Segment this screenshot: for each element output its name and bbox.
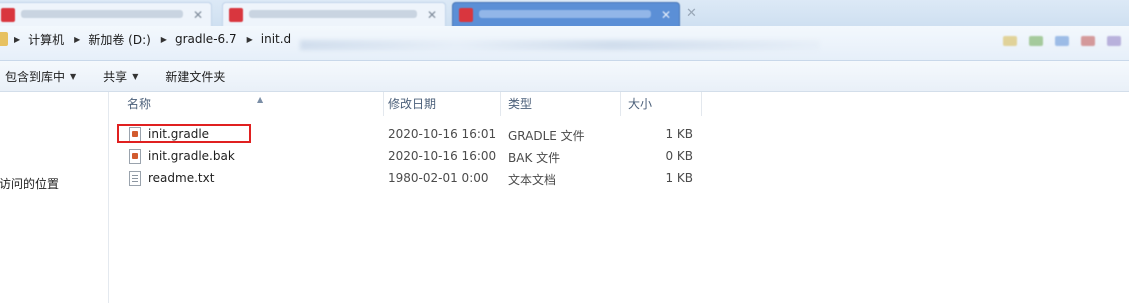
nav-item-recent-places[interactable]: 访问的位置 [0,175,59,192]
breadcrumb-label[interactable]: 新加卷 (D:) [88,31,150,48]
new-folder-button[interactable]: 新建文件夹 [160,68,225,85]
breadcrumb-label[interactable]: 计算机 [28,31,64,48]
column-label: 类型 [508,97,533,111]
file-size: 1 KB [665,127,693,141]
button-label: 共享 [103,69,128,84]
blurred-toolbar-icons [1003,36,1121,46]
button-label: 新建文件夹 [165,69,226,84]
site-favicon-icon [229,8,243,22]
file-date: 2020-10-16 16:00 [388,149,497,163]
text-file-icon [129,171,141,186]
breadcrumb-item-computer[interactable]: ▶ 计算机 [14,31,64,48]
new-tab-icon[interactable]: ✕ [686,6,697,21]
file-size: 0 KB [665,149,693,163]
close-tab-icon[interactable]: ✕ [661,8,671,22]
file-date: 2020-10-16 16:01 [388,127,497,141]
site-favicon-icon [1,8,15,22]
sort-ascending-icon: ▲ [257,95,264,104]
file-date: 1980-02-01 0:00 [388,171,489,185]
file-type: GRADLE 文件 [508,129,585,143]
column-header-size[interactable]: 大小 [620,92,702,116]
browser-tab-strip: ✕ ✕ ✕ ✕ [0,0,1129,26]
breadcrumb-label[interactable]: gradle-6.7 [175,32,237,46]
column-header-date[interactable]: 修改日期 [380,92,501,116]
chevron-down-icon: ▼ [132,71,139,81]
blurred-tab-title [249,10,417,18]
browser-tab[interactable]: ✕ [0,2,212,26]
browser-tab-active[interactable]: ✕ [452,2,680,26]
close-tab-icon[interactable]: ✕ [193,8,203,22]
file-row[interactable]: init.gradle.bak 2020-10-16 16:00 BAK 文件 … [109,146,729,167]
chevron-right-icon[interactable]: ▶ [14,35,20,44]
chevron-right-icon[interactable]: ▶ [247,35,253,44]
breadcrumb-item-gradle[interactable]: ▶ gradle-6.7 [161,32,237,46]
column-header-name[interactable]: 名称 ▲ [119,92,384,116]
file-type: BAK 文件 [508,151,561,165]
command-toolbar: 包含到库中 ▼ 共享 ▼ 新建文件夹 [0,61,1129,92]
site-favicon-icon [459,8,473,22]
include-in-library-button[interactable]: 包含到库中 ▼ [0,68,76,85]
browser-tab[interactable]: ✕ [222,2,446,26]
file-row[interactable]: readme.txt 1980-02-01 0:00 文本文档 1 KB [109,168,729,189]
file-type: 文本文档 [508,173,557,187]
breadcrumb-item-initd[interactable]: ▶ init.d [247,32,292,46]
file-name[interactable]: init.gradle.bak [148,149,235,163]
address-bar[interactable]: ▶ 计算机 ▶ 新加卷 (D:) ▶ gradle-6.7 ▶ init.d [0,26,1129,61]
blurred-tab-title [21,10,183,18]
file-name[interactable]: readme.txt [148,171,214,185]
chevron-right-icon[interactable]: ▶ [161,35,167,44]
file-size: 1 KB [665,171,693,185]
close-tab-icon[interactable]: ✕ [427,8,437,22]
breadcrumb-item-drive[interactable]: ▶ 新加卷 (D:) [74,31,151,48]
column-label: 修改日期 [388,97,437,111]
column-label: 名称 [127,97,152,111]
file-list-header: 名称 ▲ 修改日期 类型 大小 [109,92,1129,116]
share-button[interactable]: 共享 ▼ [98,68,138,85]
button-label: 包含到库中 [5,69,66,84]
gradle-file-icon [129,149,141,164]
navigation-pane: 访问的位置 [0,92,109,303]
breadcrumb-label[interactable]: init.d [261,32,291,46]
column-header-type[interactable]: 类型 [500,92,621,116]
folder-icon [0,32,8,46]
highlight-box [117,124,251,143]
breadcrumb: ▶ 计算机 ▶ 新加卷 (D:) ▶ gradle-6.7 ▶ init.d [0,28,1129,50]
chevron-right-icon[interactable]: ▶ [74,35,80,44]
column-label: 大小 [628,97,653,111]
chevron-down-icon: ▼ [70,71,77,81]
blurred-tab-title [479,10,651,18]
